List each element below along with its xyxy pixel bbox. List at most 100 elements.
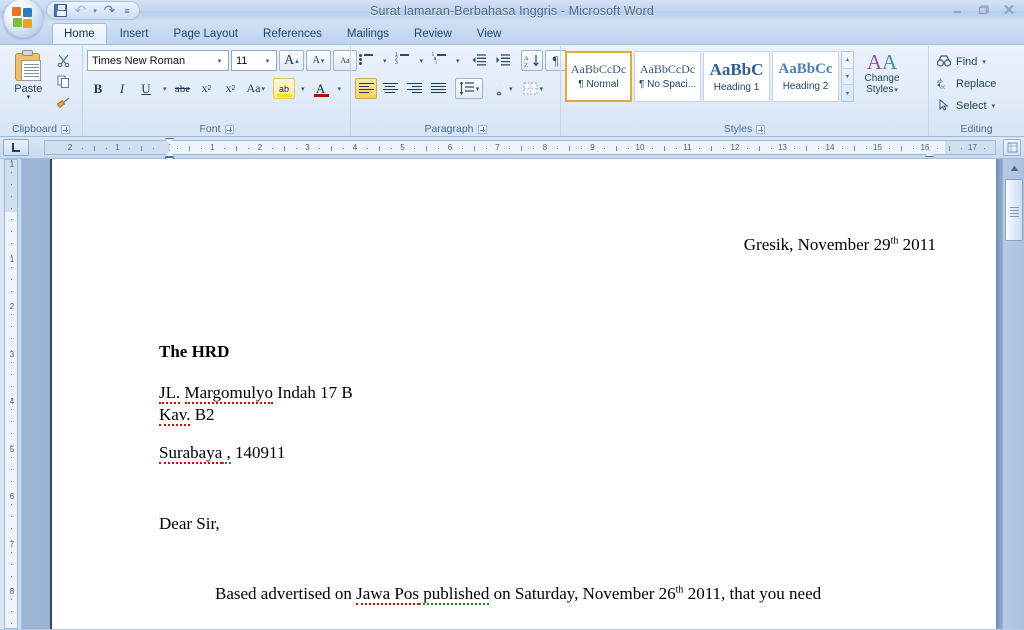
line-spacing-button[interactable]: ▾ xyxy=(455,78,483,99)
chevron-down-icon: ▾ xyxy=(265,57,270,65)
ruler-tick xyxy=(93,146,95,151)
ruler-tick xyxy=(11,338,12,340)
multilevel-list-button[interactable]: 1ai xyxy=(428,50,450,71)
ruler-tick xyxy=(11,551,12,553)
decrease-indent-button[interactable] xyxy=(469,50,491,71)
tab-view[interactable]: View xyxy=(465,23,514,44)
font-dialog-launcher[interactable] xyxy=(224,124,234,134)
restore-button[interactable] xyxy=(972,2,994,17)
scroll-up-button[interactable] xyxy=(1003,159,1024,177)
numbering-button[interactable]: 123 xyxy=(392,50,414,71)
ruler-tick xyxy=(331,146,333,151)
save-button[interactable] xyxy=(51,2,70,19)
clipboard-dialog-launcher[interactable] xyxy=(60,124,70,134)
close-button[interactable] xyxy=(998,2,1020,17)
underline-dropdown[interactable]: ▾ xyxy=(159,78,170,99)
justify-button[interactable] xyxy=(427,78,449,99)
copy-button[interactable] xyxy=(53,72,75,91)
bullets-button[interactable] xyxy=(355,50,377,71)
editing-group-label: Editing xyxy=(933,122,1020,136)
increase-indent-button[interactable] xyxy=(493,50,515,71)
scrollbar-thumb[interactable] xyxy=(1005,179,1023,241)
undo-button[interactable]: ↶ xyxy=(71,2,90,19)
change-styles-button[interactable]: AA Change Styles▾ xyxy=(854,51,910,96)
underline-button[interactable]: U xyxy=(135,78,157,99)
cut-button[interactable] xyxy=(53,51,75,70)
style-no-spacing[interactable]: AaBbCcDc ¶ No Spaci... xyxy=(634,51,701,102)
style-heading-2[interactable]: AaBbCc Heading 2 xyxy=(772,51,839,102)
redo-button[interactable]: ↷ xyxy=(100,2,119,19)
ruler-tick-label: 10 xyxy=(635,143,645,152)
select-label: Select xyxy=(956,100,987,112)
ruler-tick xyxy=(616,146,618,151)
tab-review[interactable]: Review xyxy=(402,23,464,44)
subscript-button[interactable]: x2 xyxy=(196,78,218,99)
document-text[interactable]: Gresik, November 29th 2011 The HRD JL. M… xyxy=(159,159,936,606)
font-color-dropdown[interactable]: ▾ xyxy=(334,78,345,99)
styles-scroll-down-button[interactable]: ▾ xyxy=(842,69,853,86)
font-size-combobox[interactable]: 11 ▾ xyxy=(231,50,277,71)
ruler-tick xyxy=(11,195,12,197)
tab-insert[interactable]: Insert xyxy=(108,23,161,44)
view-ruler-button[interactable] xyxy=(1003,139,1021,156)
ruler-tick-label: 3 xyxy=(305,143,310,152)
undo-dropdown[interactable]: ▾ xyxy=(91,2,99,19)
shrink-font-button[interactable]: A ▾ xyxy=(306,50,331,71)
multilevel-dropdown[interactable]: ▾ xyxy=(452,50,463,71)
horizontal-ruler[interactable]: 2 1 1 2 3 4 5 6 7 8 9 10 11 12 13 14 15 16 17 xyxy=(44,138,996,161)
sort-button[interactable]: AZ xyxy=(520,50,543,71)
minimize-button[interactable] xyxy=(946,2,968,17)
change-case-button[interactable]: Aa ▾ xyxy=(244,78,269,99)
date-line: Gresik, November 29th 2011 xyxy=(159,159,936,256)
styles-dialog-launcher[interactable] xyxy=(756,124,766,134)
tab-stop-selector[interactable] xyxy=(3,139,29,156)
style-heading-1[interactable]: AaBbC Heading 1 xyxy=(703,51,770,102)
styles-more-button[interactable]: ▾ xyxy=(842,85,853,101)
select-button[interactable]: Select ▾ xyxy=(933,95,998,117)
body-p1-jawa-pos: Jawa Pos xyxy=(356,584,419,606)
tab-home-label: Home xyxy=(64,27,95,40)
format-painter-button[interactable] xyxy=(53,93,75,112)
ruler-tick xyxy=(11,231,12,233)
numbering-dropdown[interactable]: ▾ xyxy=(416,50,427,71)
align-right-button[interactable] xyxy=(403,78,425,99)
customize-quick-access-button[interactable]: ≡ xyxy=(120,2,134,19)
vertical-scrollbar[interactable] xyxy=(1002,159,1024,629)
style-heading-1-label: Heading 1 xyxy=(713,81,760,93)
ruler-tick xyxy=(11,599,12,601)
font-name-combobox[interactable]: Times New Roman ▾ xyxy=(87,50,229,71)
tab-home[interactable]: Home xyxy=(52,23,107,44)
bullets-dropdown[interactable]: ▾ xyxy=(379,50,390,71)
ruler-tick xyxy=(604,148,606,149)
style-normal[interactable]: AaBbCcDc ¶ Normal xyxy=(565,51,632,102)
bold-button[interactable]: B xyxy=(87,78,109,99)
align-right-icon xyxy=(406,82,422,95)
paste-button[interactable]: Paste ▾ xyxy=(4,48,53,101)
more-icon: ▾ xyxy=(845,90,849,97)
borders-button[interactable]: ▾ xyxy=(520,78,547,99)
align-left-button[interactable] xyxy=(355,78,377,99)
grow-font-label: A xyxy=(284,52,295,68)
text-highlight-button[interactable]: ab xyxy=(273,78,296,99)
italic-button[interactable]: I xyxy=(111,78,133,99)
clipboard-label-text: Clipboard xyxy=(12,123,57,135)
vertical-ruler[interactable]: 1 1 2 3 4 5 6 7 8 xyxy=(0,159,22,629)
tab-page-layout[interactable]: Page Layout xyxy=(161,23,250,44)
font-color-button[interactable]: A xyxy=(310,78,332,99)
document-page[interactable]: Gresik, November 29th 2011 The HRD JL. M… xyxy=(50,159,996,629)
styles-scroll-up-button[interactable]: ▴ xyxy=(842,52,853,69)
document-area[interactable]: Gresik, November 29th 2011 The HRD JL. M… xyxy=(22,159,1024,629)
grow-font-button[interactable]: A ▴ xyxy=(279,50,304,71)
find-button[interactable]: Find ▾ xyxy=(933,51,989,73)
highlight-dropdown[interactable]: ▾ xyxy=(297,78,308,99)
superscript-button[interactable]: x2 xyxy=(220,78,242,99)
ruler-tick xyxy=(271,148,273,149)
paragraph-dialog-launcher[interactable] xyxy=(477,124,487,134)
replace-button[interactable]: ab ac Replace xyxy=(933,73,999,95)
strikethrough-button[interactable]: abe xyxy=(172,78,194,99)
align-center-button[interactable] xyxy=(379,78,401,99)
tab-mailings-label: Mailings xyxy=(346,27,390,40)
tab-references[interactable]: References xyxy=(251,23,334,44)
tab-mailings[interactable]: Mailings xyxy=(335,23,401,44)
shading-button[interactable]: ▾ xyxy=(489,78,516,99)
